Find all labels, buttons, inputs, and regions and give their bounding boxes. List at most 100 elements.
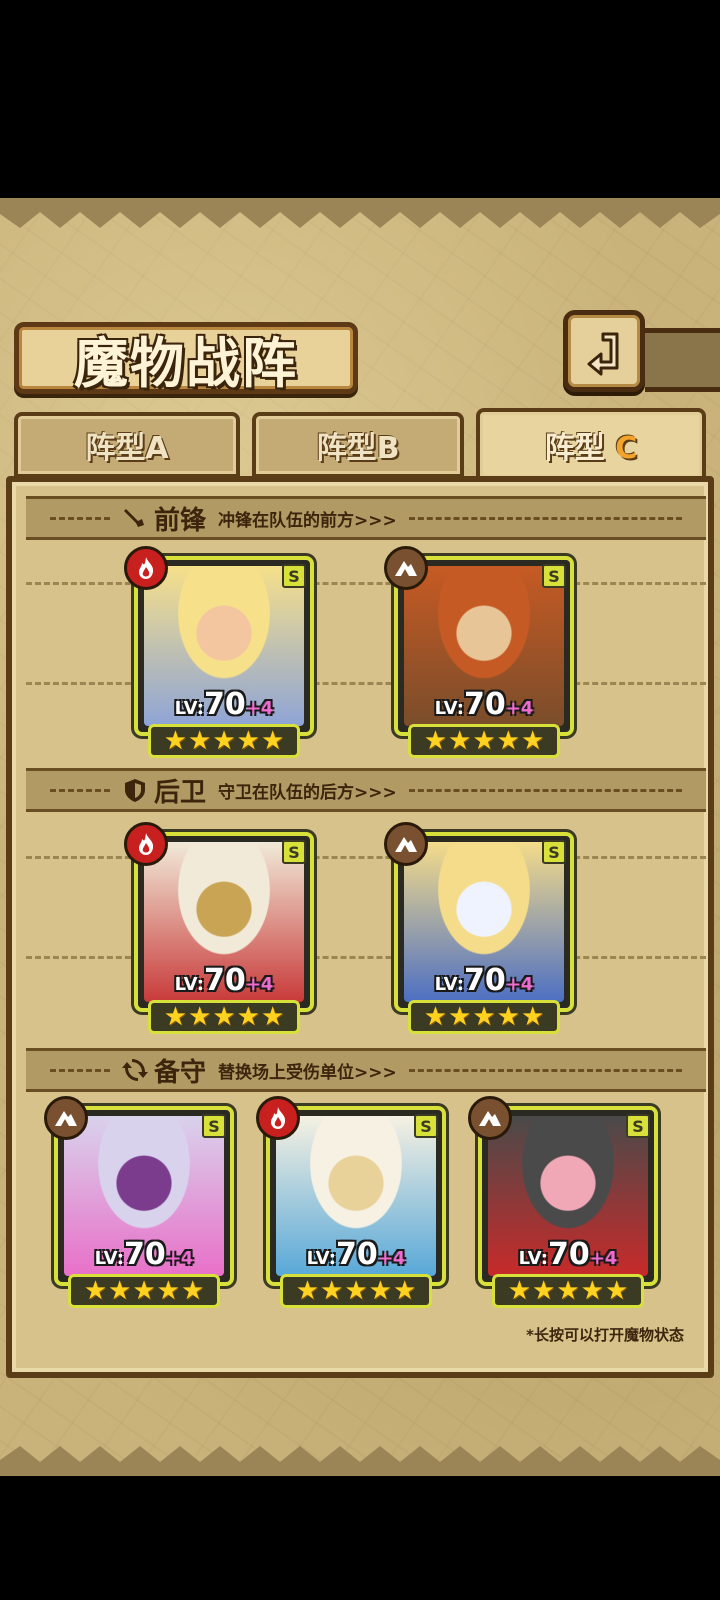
star-icon: ★ [580,1276,604,1306]
back-arrow-icon [587,332,619,376]
level-label: LV: [174,698,204,719]
level-label: LV: [518,1248,548,1269]
star-icon: ★ [392,1276,417,1306]
top-zigzag-border [0,198,720,228]
star-icon: ★ [496,726,520,756]
earth-element-icon [384,546,428,590]
level-label: LV: [306,1248,336,1269]
unit-level: LV:70+4 [266,1237,446,1272]
star-rating: ★ ★ ★ ★ ★ [408,1000,560,1034]
star-icon: ★ [496,1002,520,1032]
star-rating: ★ ★ ★ ★ ★ [492,1274,644,1308]
tab-b-letter: B [376,431,400,466]
star-icon: ★ [163,1002,188,1032]
star-icon: ★ [448,726,472,756]
level-value: 70 [203,963,246,998]
unit-card-reserve-3[interactable]: S LV:70+4 ★ ★ ★ ★ ★ [468,1096,658,1308]
star-icon: ★ [83,1276,108,1306]
star-rating: ★ ★ ★ ★ ★ [280,1274,432,1308]
tab-formation-a[interactable]: 阵型A [14,412,240,478]
unit-level: LV:70+4 [394,687,574,722]
section-front-desc: 冲锋在队伍的前方>>> [218,510,397,531]
rarity-badge: S [626,1114,650,1138]
star-icon: ★ [163,726,188,756]
section-back-desc: 守卫在队伍的后方>>> [218,782,397,803]
star-icon: ★ [188,1002,212,1032]
star-icon: ★ [520,726,545,756]
fire-element-icon [124,546,168,590]
shield-icon [125,779,145,802]
star-icon: ★ [320,1276,344,1306]
earth-element-icon [384,822,428,866]
section-back-header: 后卫 守卫在队伍的后方>>> [26,768,706,812]
sword-icon [124,509,144,527]
fire-element-icon [124,822,168,866]
star-icon: ★ [344,1276,368,1306]
star-icon: ★ [472,726,496,756]
tab-a-label: 阵型 [85,431,146,466]
level-value: 70 [463,687,506,722]
swap-icon [122,1059,148,1081]
rarity-badge: S [282,564,306,588]
star-icon: ★ [520,1002,545,1032]
tab-c-label: 阵型 [544,431,605,466]
earth-element-icon [44,1096,88,1140]
bottom-zigzag-border [0,1446,720,1476]
level-bonus: +4 [589,1248,618,1269]
star-icon: ★ [132,1276,156,1306]
star-rating: ★ ★ ★ ★ ★ [148,724,300,758]
star-icon: ★ [448,1002,472,1032]
unit-card-back-1[interactable]: S LV:70+4 ★ ★ ★ ★ ★ [124,822,314,1034]
unit-card-reserve-1[interactable]: S LV:70+4 ★ ★ ★ ★ ★ [44,1096,234,1308]
section-reserve-desc: 替换场上受伤单位>>> [218,1062,397,1083]
star-icon: ★ [295,1276,320,1306]
star-rating: ★ ★ ★ ★ ★ [148,1000,300,1034]
star-icon: ★ [108,1276,132,1306]
star-icon: ★ [368,1276,392,1306]
level-value: 70 [123,1237,166,1272]
star-icon: ★ [212,726,236,756]
star-icon: ★ [423,726,448,756]
back-strip [645,328,720,392]
section-reserve-title: 备守 [154,1057,207,1088]
section-back-title: 后卫 [154,777,207,808]
level-value: 70 [203,687,246,722]
unit-card-reserve-2[interactable]: S LV:70+4 ★ ★ ★ ★ ★ [256,1096,446,1308]
tab-a-letter: A [145,431,169,466]
rarity-badge: S [282,840,306,864]
level-label: LV: [94,1248,124,1269]
star-icon: ★ [507,1276,532,1306]
level-value: 70 [335,1237,378,1272]
unit-level: LV:70+4 [478,1237,658,1272]
unit-card-front-2[interactable]: S LV:70+4 ★ ★ ★ ★ ★ [384,546,574,758]
star-icon: ★ [236,726,260,756]
page-title: 魔物战阵 [74,330,298,395]
star-rating: ★ ★ ★ ★ ★ [408,724,560,758]
star-icon: ★ [532,1276,556,1306]
star-icon: ★ [423,1002,448,1032]
level-label: LV: [434,698,464,719]
star-icon: ★ [260,1002,285,1032]
star-icon: ★ [236,1002,260,1032]
level-bonus: +4 [245,698,274,719]
unit-card-back-2[interactable]: S LV:70+4 ★ ★ ★ ★ ★ [384,822,574,1034]
level-bonus: +4 [165,1248,194,1269]
rarity-badge: S [414,1114,438,1138]
tab-formation-c[interactable]: 阵型 C [476,408,706,482]
star-icon: ★ [604,1276,629,1306]
level-value: 70 [547,1237,590,1272]
earth-element-icon [468,1096,512,1140]
star-icon: ★ [260,726,285,756]
unit-level: LV:70+4 [54,1237,234,1272]
tab-c-letter: C [615,431,638,466]
level-bonus: +4 [505,698,534,719]
tab-b-label: 阵型 [316,431,377,466]
back-button[interactable] [563,310,645,392]
unit-card-front-1[interactable]: S LV:70+4 ★ ★ ★ ★ ★ [124,546,314,758]
unit-level: LV:70+4 [394,963,574,998]
fire-element-icon [256,1096,300,1140]
level-label: LV: [434,974,464,995]
tab-formation-b[interactable]: 阵型B [252,412,464,478]
rarity-badge: S [542,840,566,864]
rarity-badge: S [202,1114,226,1138]
